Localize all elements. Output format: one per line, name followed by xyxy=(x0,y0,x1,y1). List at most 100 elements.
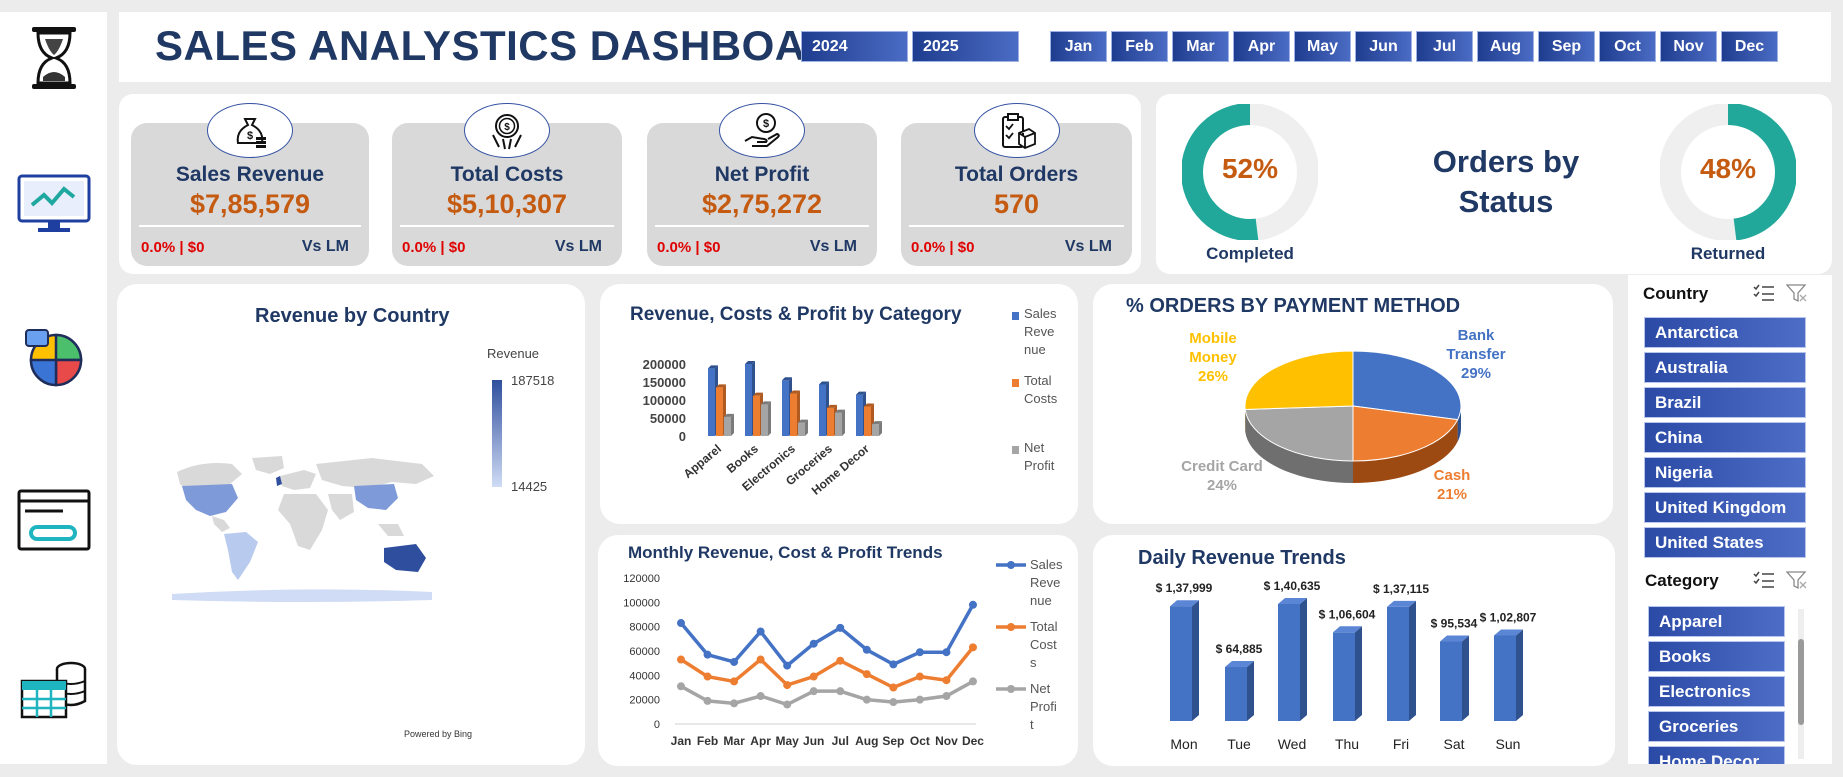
month-button-jul[interactable]: Jul xyxy=(1416,31,1473,62)
line-point xyxy=(836,687,845,696)
x-tick-label: Apparel xyxy=(681,442,724,481)
line-point xyxy=(703,672,712,681)
multi-select-icon[interactable] xyxy=(1753,570,1775,590)
line-point xyxy=(968,643,977,652)
y-tick-label: 80000 xyxy=(629,622,660,634)
country-item-united-states[interactable]: United States xyxy=(1644,527,1806,558)
kpi-change: 0.0% | $0 xyxy=(141,239,205,256)
data-label: $ 95,534 xyxy=(1431,617,1478,631)
month-button-feb[interactable]: Feb xyxy=(1111,31,1168,62)
legend-swatch xyxy=(1012,446,1019,454)
legend-swatch xyxy=(1012,312,1019,320)
bar-side xyxy=(731,413,734,436)
line-point xyxy=(809,639,818,648)
year-button-2024[interactable]: 2024 xyxy=(801,31,908,62)
country-item-nigeria[interactable]: Nigeria xyxy=(1644,457,1806,488)
browser-window-icon[interactable] xyxy=(12,478,96,562)
clear-filter-icon[interactable] xyxy=(1785,283,1808,303)
line-point xyxy=(862,645,871,654)
bar-mon xyxy=(1170,606,1192,721)
data-label: $ 1,40,635 xyxy=(1264,579,1321,593)
month-button-mar[interactable]: Mar xyxy=(1172,31,1229,62)
line-point xyxy=(783,661,792,670)
country-item-china[interactable]: China xyxy=(1644,422,1806,453)
line-point xyxy=(889,698,898,707)
data-label: $ 64,885 xyxy=(1216,642,1263,656)
revenue-map-card: Revenue by Country Revenue 187518 14425 … xyxy=(117,284,585,765)
map-legend-max: 187518 xyxy=(511,373,555,388)
legend-label: s xyxy=(1030,655,1037,670)
line-point xyxy=(942,648,951,657)
line-point xyxy=(730,699,739,708)
svg-text:$: $ xyxy=(247,130,253,142)
category-scrollbar[interactable] xyxy=(1798,609,1804,759)
bar-total-costs xyxy=(790,393,797,436)
category-item-apparel[interactable]: Apparel xyxy=(1648,606,1785,637)
line-point xyxy=(915,648,924,657)
kpi-divider xyxy=(655,225,869,227)
category-item-home-decor[interactable]: Home Decor xyxy=(1648,746,1785,764)
month-button-dec[interactable]: Dec xyxy=(1721,31,1778,62)
kpi-divider xyxy=(909,225,1124,227)
category-item-electronics[interactable]: Electronics xyxy=(1648,676,1785,707)
year-button-2025[interactable]: 2025 xyxy=(912,31,1019,62)
x-tick-label: Jan xyxy=(671,734,692,748)
pie-chart-icon[interactable] xyxy=(12,316,96,400)
country-item-australia[interactable]: Australia xyxy=(1644,352,1806,383)
category-item-groceries[interactable]: Groceries xyxy=(1648,711,1785,742)
x-tick-label: Jul xyxy=(832,734,849,748)
legend-label: nue xyxy=(1030,593,1052,608)
scrollbar-thumb[interactable] xyxy=(1798,639,1804,725)
month-button-sep[interactable]: Sep xyxy=(1538,31,1595,62)
pie-label-value: 21% xyxy=(1437,486,1467,503)
payment-pie-card: % ORDERS BY PAYMENT METHOD Bank Transfer 2… xyxy=(1093,284,1613,524)
line-point xyxy=(836,623,845,632)
bar-net-profit xyxy=(724,416,731,436)
month-button-aug[interactable]: Aug xyxy=(1477,31,1534,62)
x-tick-label: Jun xyxy=(803,734,824,748)
world-map xyxy=(172,456,434,602)
pie-label-value: 26% xyxy=(1198,368,1228,385)
category-chart-card: Revenue, Costs & Profit by Category 2000… xyxy=(600,284,1078,524)
monitor-chart-icon[interactable] xyxy=(12,162,96,246)
bar-net-profit xyxy=(872,424,879,436)
category-item-books[interactable]: Books xyxy=(1648,641,1785,672)
month-button-jun[interactable]: Jun xyxy=(1355,31,1412,62)
database-table-icon[interactable] xyxy=(12,648,96,732)
data-label: $ 1,02,807 xyxy=(1480,610,1537,624)
line-point xyxy=(677,682,685,691)
country-item-united-kingdom[interactable]: United Kingdom xyxy=(1644,492,1806,523)
map-legend-min: 14425 xyxy=(511,479,548,494)
line-point xyxy=(889,660,898,669)
bar-total-costs xyxy=(753,395,760,436)
bar-net-profit xyxy=(835,412,842,436)
legend-label: Costs xyxy=(1024,391,1058,406)
pie-label-name: Money xyxy=(1189,349,1237,366)
month-button-apr[interactable]: Apr xyxy=(1233,31,1290,62)
bar-side xyxy=(1247,661,1254,721)
month-button-oct[interactable]: Oct xyxy=(1599,31,1656,62)
y-tick-label: 20000 xyxy=(629,695,660,707)
bar-net-profit xyxy=(761,404,768,436)
legend-label: Cost xyxy=(1030,637,1057,652)
legend-label: Profit xyxy=(1024,458,1055,473)
y-tick-label: 50000 xyxy=(650,411,686,426)
bar-total-costs xyxy=(827,407,834,436)
month-button-jan[interactable]: Jan xyxy=(1050,31,1107,62)
map-title: Revenue by Country xyxy=(255,305,450,327)
kpi-compare-label: Vs LM xyxy=(1064,238,1112,255)
clear-filter-icon[interactable] xyxy=(1785,570,1808,590)
kpi-divider xyxy=(139,225,361,227)
bar-thu xyxy=(1333,632,1355,721)
legend-label: Reve xyxy=(1030,575,1060,590)
bar-sat xyxy=(1440,641,1462,721)
country-item-antarctica[interactable]: Antarctica xyxy=(1644,317,1806,348)
pie-label-name: Credit Card xyxy=(1181,458,1263,475)
month-button-nov[interactable]: Nov xyxy=(1660,31,1717,62)
returned-label: Returned xyxy=(1690,244,1766,263)
header-bar: SALES ANALYSTICS DASHBOARD 2024 2025 Jan… xyxy=(119,12,1831,82)
country-item-brazil[interactable]: Brazil xyxy=(1644,387,1806,418)
hourglass-icon[interactable] xyxy=(12,16,96,100)
month-button-may[interactable]: May xyxy=(1294,31,1351,62)
multi-select-icon[interactable] xyxy=(1753,283,1775,303)
